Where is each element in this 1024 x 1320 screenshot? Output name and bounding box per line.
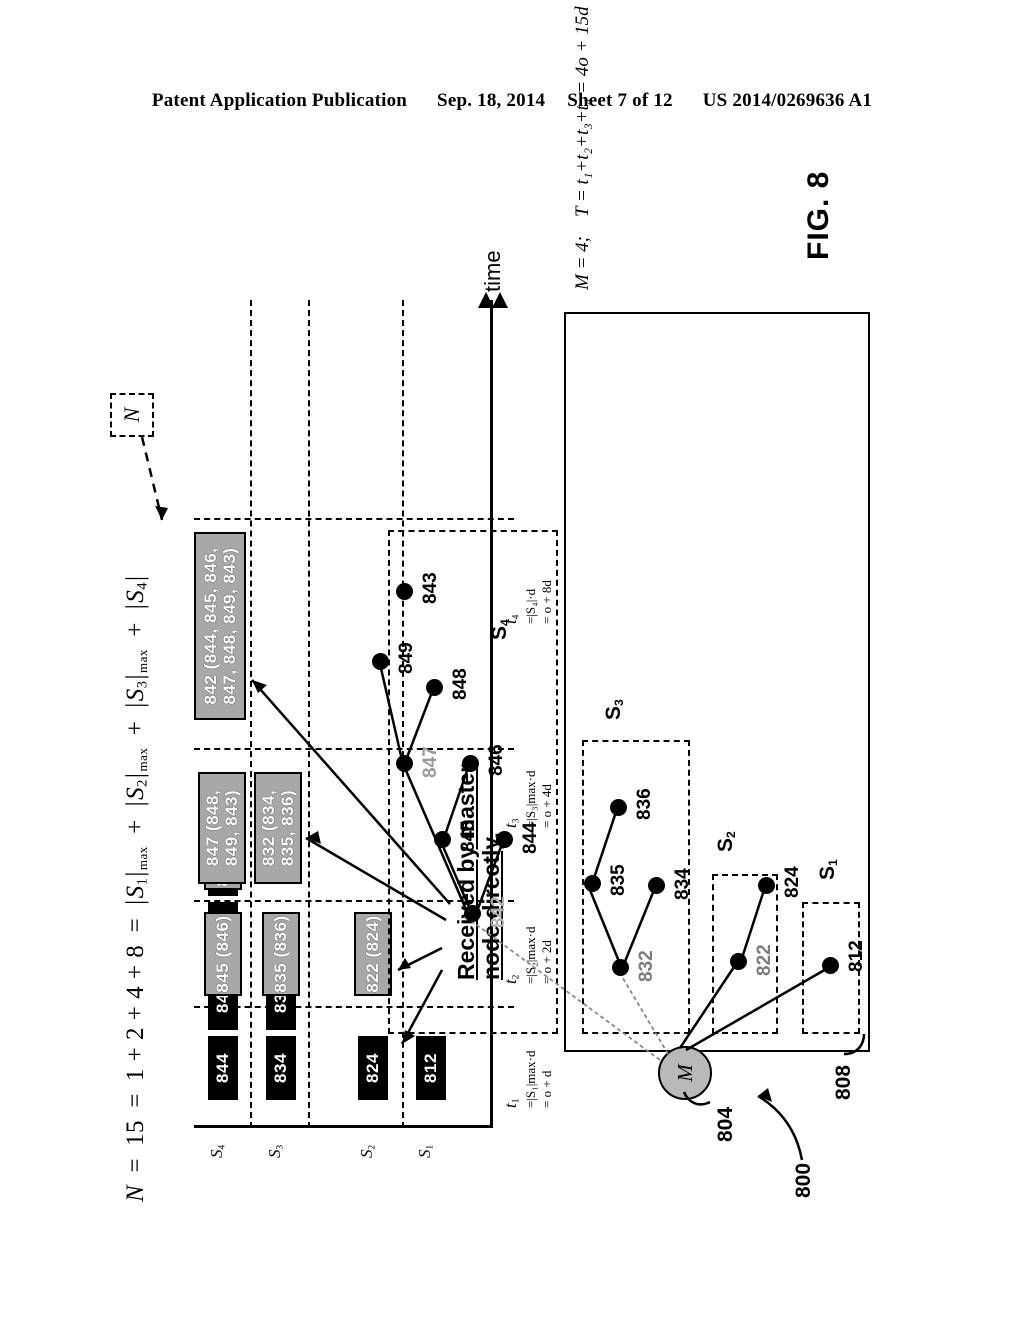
- node-label-844: 844: [520, 822, 541, 854]
- node-label-846: 846: [486, 744, 507, 776]
- eq-term-s2: |S2|max: [122, 747, 151, 807]
- equation-n: N = 15 = 1 + 2 + 4 + 8 = |NS1|max + |S2|…: [122, 574, 152, 1202]
- node-832: [612, 959, 629, 976]
- row-label-s2: S2: [357, 1144, 378, 1158]
- node-label-849: 849: [396, 642, 417, 674]
- node-label-836: 836: [634, 788, 655, 820]
- block-812: 812: [416, 1036, 446, 1100]
- block-845-846: 845 (846): [204, 912, 242, 996]
- master-node: M: [658, 1046, 712, 1100]
- block-822-824: 822 (824): [354, 912, 392, 996]
- eq-n-value: 15: [122, 1119, 149, 1146]
- node-843: [396, 583, 413, 600]
- n-callout-box: N: [110, 393, 154, 437]
- eq-term-s4: |S4|: [122, 575, 151, 610]
- eq-plus-3: +: [122, 620, 149, 639]
- eq-n-symbol: N: [122, 1184, 149, 1202]
- node-824: [758, 877, 775, 894]
- group-label-s4: S4: [488, 619, 513, 640]
- group-label-s1: S1: [816, 859, 841, 880]
- eq-n-equals1: =: [122, 1156, 149, 1175]
- node-848: [426, 679, 443, 696]
- figure-label: FIG. 8: [802, 170, 835, 260]
- node-label-835: 835: [608, 864, 629, 896]
- node-847: [396, 755, 413, 772]
- row-divider-1: [250, 300, 252, 1128]
- node-label-845: 845: [458, 820, 479, 852]
- eq-term-s1: |NS1|max: [122, 846, 151, 905]
- node-812: [822, 957, 839, 974]
- time-mark-t1: t1 =|S₁|max·d = o + d: [501, 1050, 555, 1108]
- block-832-group: 832 (834, 835, 836): [254, 772, 302, 884]
- node-845: [434, 831, 451, 848]
- group-label-s2: S2: [714, 831, 739, 852]
- node-label-848: 848: [450, 668, 471, 700]
- node-label-847: 847: [420, 746, 441, 778]
- node-label-843: 843: [420, 572, 441, 604]
- node-label-834: 834: [672, 868, 693, 900]
- group-label-s3: S3: [602, 699, 627, 720]
- group-box-s4: [388, 530, 558, 1034]
- node-822: [730, 953, 747, 970]
- ref-800: 800: [792, 1162, 815, 1198]
- node-label-842: 842: [488, 896, 509, 928]
- node-label-822: 822: [754, 944, 775, 976]
- row-label-s3: S3: [265, 1144, 286, 1158]
- block-834: 834: [266, 1036, 296, 1100]
- n-callout-label: N: [119, 407, 144, 423]
- ref-808: 808: [832, 1064, 855, 1100]
- eq-plus-1: +: [122, 818, 149, 836]
- time-axis-arrow-2: [492, 292, 508, 308]
- block-835-836: 835 (836): [262, 912, 300, 996]
- block-824: 824: [358, 1036, 388, 1100]
- equation-m: M = 4; T = t₁+t₂+t₃+t₄ = 4o + 15d: [572, 6, 593, 290]
- eq-plus-2: +: [122, 719, 149, 737]
- node-849: [372, 653, 389, 670]
- node-846: [462, 755, 479, 772]
- node-835: [584, 875, 601, 892]
- eq-n-equals2: =: [122, 1091, 149, 1110]
- phase-divider-4: [194, 518, 514, 520]
- node-label-812: 812: [846, 940, 867, 972]
- row-label-s1: S1: [415, 1144, 436, 1158]
- eq-term-s3: |S3|max: [122, 649, 151, 708]
- figure-canvas: N = 15 = 1 + 2 + 4 + 8 = |NS1|max + |S2|…: [102, 6, 922, 1220]
- node-label-832: 832: [636, 950, 657, 982]
- timeline-origin-line: [194, 1125, 492, 1128]
- node-842: [464, 905, 481, 922]
- ref-804: 804: [714, 1106, 737, 1142]
- block-842-group: 842 (844, 845, 846, 847, 848, 849, 843): [194, 532, 246, 720]
- eq-n-sum: 1 + 2 + 4 + 8: [122, 944, 149, 1082]
- node-836: [610, 799, 627, 816]
- node-label-824: 824: [782, 866, 803, 898]
- block-844: 844: [208, 1036, 238, 1100]
- block-847-group: 847 (848, 849, 843): [198, 772, 246, 884]
- time-axis-label: time: [480, 250, 505, 292]
- node-844: [496, 831, 513, 848]
- row-divider-2: [308, 300, 310, 1128]
- node-834: [648, 877, 665, 894]
- eq-n-equals3: =: [122, 916, 149, 934]
- row-label-s4: S4: [207, 1144, 228, 1158]
